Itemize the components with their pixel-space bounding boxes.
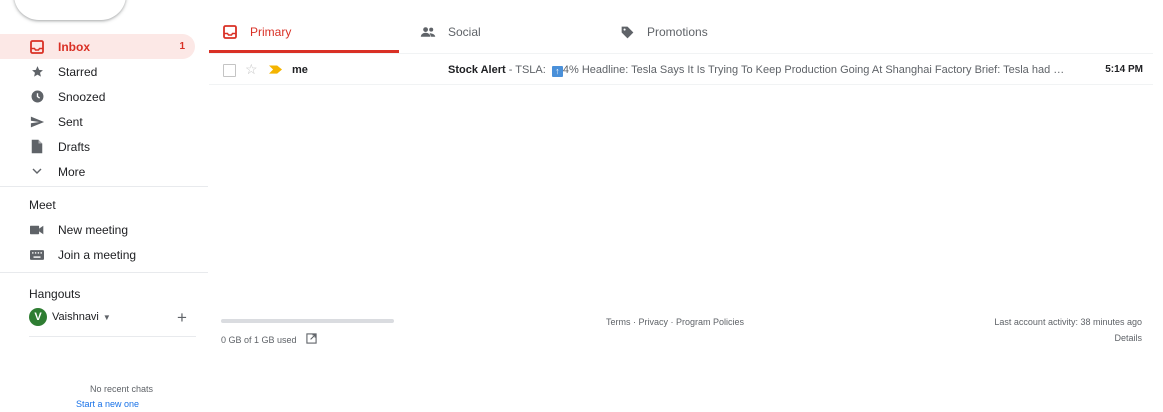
- sidebar-item-label: Starred: [58, 64, 98, 79]
- storage-usage: 0 GB of 1 GB used: [221, 333, 317, 346]
- divider: [0, 186, 208, 187]
- star-outline-icon[interactable]: ☆: [245, 62, 258, 76]
- new-meeting-button[interactable]: New meeting: [0, 217, 195, 242]
- tab-promotions[interactable]: Promotions: [619, 13, 708, 51]
- keyboard-icon: [29, 247, 45, 263]
- sidebar-item-label: More: [58, 164, 86, 179]
- video-icon: [29, 222, 45, 238]
- divider: [29, 336, 196, 337]
- sidebar-item-label: Snoozed: [58, 89, 106, 104]
- tab-primary[interactable]: Primary: [222, 13, 291, 51]
- storage-text: 0 GB of 1 GB used: [221, 334, 297, 345]
- tab-label: Promotions: [647, 25, 708, 39]
- mail-subject: Stock Alert: [448, 64, 506, 76]
- hangouts-user[interactable]: V Vaishnavi ▼: [29, 308, 111, 326]
- details-link[interactable]: Details: [1114, 333, 1142, 343]
- meet-section-title: Meet: [29, 198, 56, 212]
- sidebar-item-label: Drafts: [58, 139, 91, 154]
- storage-bar: [221, 319, 394, 323]
- avatar: V: [29, 308, 47, 326]
- tabs-divider: [209, 53, 1153, 54]
- mail-snippet-before: - TSLA:: [505, 64, 549, 76]
- mail-time: 5:14 PM: [1105, 64, 1143, 75]
- sidebar-item-more[interactable]: More: [0, 159, 195, 184]
- select-checkbox[interactable]: [223, 64, 236, 77]
- send-icon: [29, 114, 45, 130]
- important-marker-icon[interactable]: [269, 65, 282, 77]
- clock-icon: [29, 89, 45, 105]
- tab-label: Primary: [250, 25, 292, 39]
- mail-snippet-after: 4% Headline: Tesla Says It Is Trying To …: [562, 64, 1068, 76]
- sidebar-item-inbox[interactable]: Inbox 1: [0, 34, 195, 59]
- sidebar-item-label: Inbox: [58, 39, 90, 54]
- tag-icon: [619, 24, 635, 40]
- mail-sender: me: [292, 64, 308, 76]
- hangouts-section-title: Hangouts: [29, 287, 81, 301]
- add-chat-icon[interactable]: +: [177, 309, 187, 326]
- sidebar-item-starred[interactable]: Starred: [0, 59, 195, 84]
- hangouts-user-name: Vaishnavi: [52, 311, 99, 323]
- footer-policy-links[interactable]: Terms · Privacy · Program Policies: [606, 317, 744, 327]
- sidebar-item-snoozed[interactable]: Snoozed: [0, 84, 195, 109]
- last-activity: Last account activity: 38 minutes ago: [994, 317, 1142, 327]
- tab-label: Social: [448, 25, 481, 39]
- sidebar-item-sent[interactable]: Sent: [0, 109, 195, 134]
- table-row[interactable]: ☆ me Stock Alert - TSLA: ↑ 4% Headline: T…: [209, 57, 1153, 85]
- sidebar-item-label: Sent: [58, 114, 83, 129]
- draft-icon: [29, 139, 45, 155]
- caret-down-icon: ▼: [102, 312, 111, 322]
- star-icon: [29, 64, 45, 80]
- sidebar-item-drafts[interactable]: Drafts: [0, 134, 195, 159]
- join-meeting-label: Join a meeting: [58, 247, 137, 262]
- arrow-up-icon: ↑: [551, 66, 563, 77]
- open-external-icon[interactable]: [305, 333, 317, 346]
- people-icon: [420, 24, 436, 40]
- compose-button[interactable]: [14, 0, 126, 20]
- mail-subject-snippet: Stock Alert - TSLA: ↑ 4% Headline: Tesla …: [448, 64, 1068, 77]
- new-meeting-label: New meeting: [58, 222, 129, 237]
- divider: [0, 272, 208, 273]
- unread-count: 1: [179, 41, 185, 52]
- tab-social[interactable]: Social: [420, 13, 481, 51]
- start-new-chat-link[interactable]: Start a new one: [76, 399, 139, 409]
- no-recent-chats: No recent chats: [90, 384, 154, 394]
- join-meeting-button[interactable]: Join a meeting: [0, 242, 195, 267]
- inbox-icon: [222, 24, 238, 40]
- chevron-down-icon: [29, 164, 45, 180]
- inbox-icon: [29, 39, 45, 55]
